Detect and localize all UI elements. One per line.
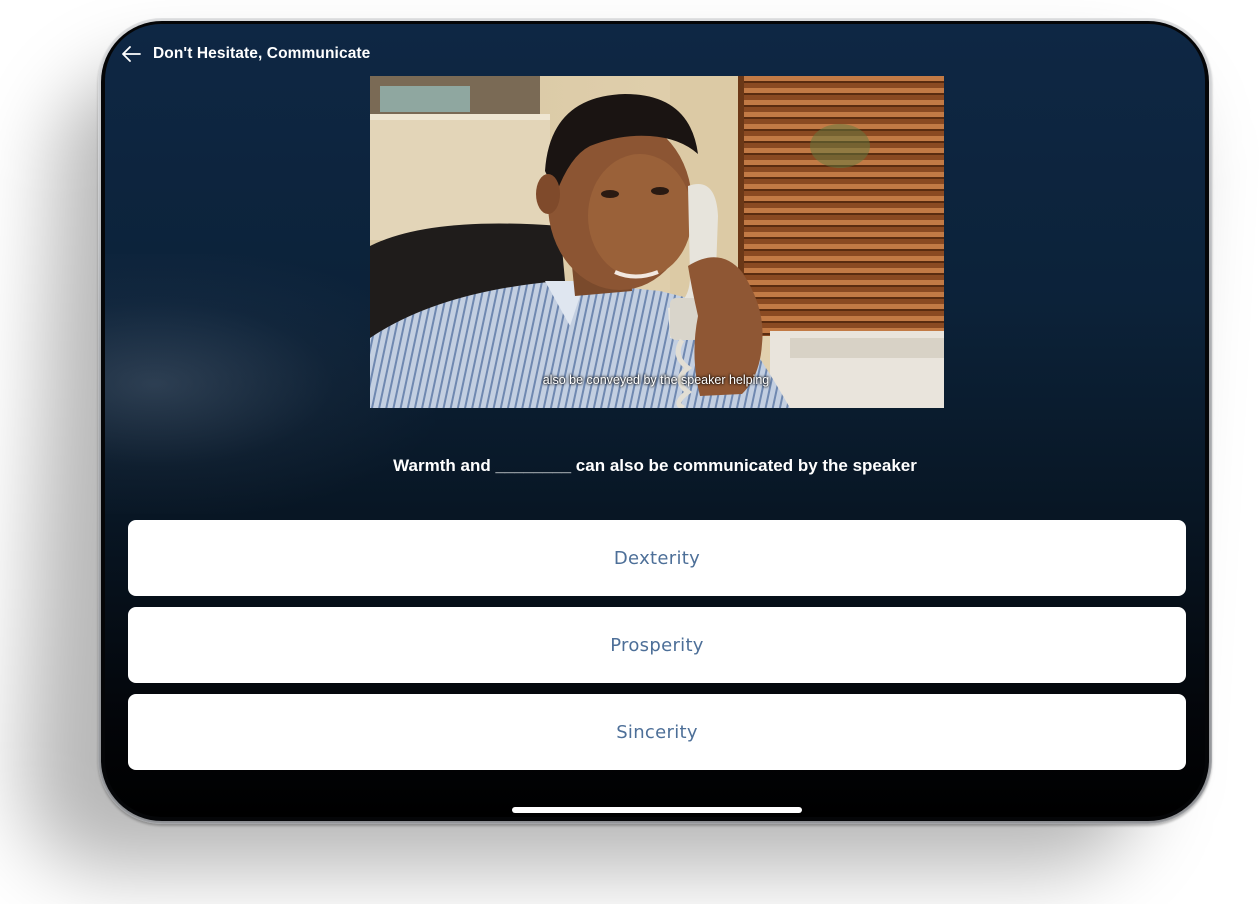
page-title: Don't Hesitate, Communicate bbox=[153, 45, 371, 62]
answer-label: Dexterity bbox=[613, 547, 701, 569]
video-player[interactable]: also be conveyed by the speaker helping bbox=[370, 76, 944, 408]
home-indicator[interactable] bbox=[512, 807, 802, 813]
question-text: Warmth and ________ can also be communic… bbox=[393, 456, 917, 475]
app-screen: Don't Hesitate, Communicate also be conv… bbox=[105, 24, 1205, 817]
video-frame bbox=[370, 76, 944, 408]
answer-option-prosperity[interactable]: Prosperity bbox=[128, 607, 1186, 683]
tablet-bezel: Don't Hesitate, Communicate also be conv… bbox=[101, 21, 1209, 821]
answer-label: Prosperity bbox=[610, 634, 704, 656]
arrow-left-icon bbox=[122, 46, 141, 62]
answer-option-dexterity[interactable]: Dexterity bbox=[128, 520, 1186, 596]
video-caption: also be conveyed by the speaker helping bbox=[542, 373, 770, 387]
answer-option-sincerity[interactable]: Sincerity bbox=[128, 694, 1186, 770]
back-button[interactable] bbox=[117, 40, 145, 68]
header: Don't Hesitate, Communicate bbox=[117, 40, 370, 68]
tablet-frame: Don't Hesitate, Communicate also be conv… bbox=[98, 18, 1212, 824]
answer-label: Sincerity bbox=[616, 721, 698, 743]
